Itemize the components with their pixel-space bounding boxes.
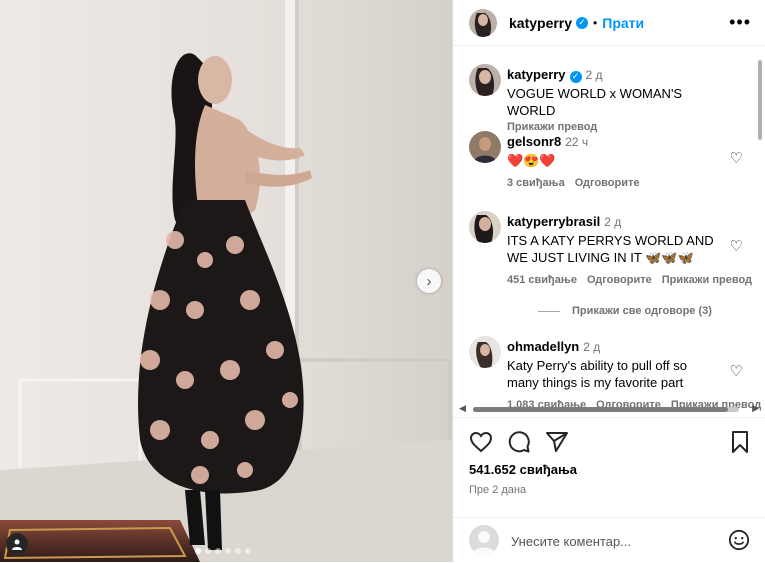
comment-likes[interactable]: 451 свиђање: [507, 274, 577, 286]
translate-link[interactable]: Прикажи превод: [662, 274, 752, 286]
chevron-right-icon: ›: [426, 272, 432, 290]
scrollbar-thumb[interactable]: [473, 407, 728, 412]
comment-time[interactable]: 22 ч: [565, 135, 588, 149]
carousel-next-button[interactable]: ›: [417, 269, 441, 293]
post-image[interactable]: ›: [0, 0, 452, 562]
heart-icon[interactable]: ♡: [730, 149, 743, 167]
caption-username[interactable]: katyperry: [507, 67, 566, 82]
carousel-indicator: [195, 548, 251, 554]
avatar[interactable]: [469, 131, 501, 163]
user-tag-button[interactable]: [6, 533, 28, 555]
follow-button[interactable]: Прати: [602, 15, 644, 31]
comment-username[interactable]: ohmadellyn: [507, 339, 579, 354]
carousel-dot: [205, 548, 211, 554]
comment-text: ITS A KATY PERRYS WORLD AND WE JUST LIVI…: [507, 233, 714, 265]
post-actions: 541.652 свиђања Пре 2 дана: [453, 417, 765, 518]
heart-icon[interactable]: ♡: [730, 362, 743, 380]
photo-katyperry: [0, 0, 452, 562]
heart-icon[interactable]: [469, 430, 493, 454]
caption-time[interactable]: 2 д: [586, 68, 603, 82]
heart-icon[interactable]: ♡: [730, 237, 743, 255]
carousel-dot: [245, 548, 251, 554]
comment-text: ❤️😍❤️: [507, 153, 556, 168]
avatar[interactable]: [469, 64, 501, 96]
scrollbar-thumb[interactable]: [758, 60, 762, 140]
comments-list[interactable]: katyperry ✓ 2 д VOGUE WORLD x WOMAN'S WORL…: [453, 46, 765, 416]
avatar[interactable]: [469, 8, 497, 37]
user-tag-icon: [12, 539, 22, 550]
post-author-username[interactable]: katyperry: [509, 15, 572, 31]
comment-time[interactable]: 2 д: [604, 215, 621, 229]
verified-icon: ✓: [569, 70, 582, 83]
more-options-button[interactable]: •••: [729, 12, 751, 33]
comment-username[interactable]: katyperrybrasil: [507, 214, 600, 229]
caption-text: VOGUE WORLD x WOMAN'S WORLD: [507, 86, 683, 118]
likes-count[interactable]: 541.652 свиђања: [469, 462, 577, 477]
scroll-right-arrow[interactable]: ▶: [752, 403, 759, 414]
share-icon[interactable]: [545, 430, 569, 454]
comment-likes[interactable]: 3 свиђања: [507, 177, 565, 189]
carousel-dot: [235, 548, 241, 554]
scroll-left-arrow[interactable]: ◀: [459, 403, 466, 414]
comment-icon[interactable]: [507, 430, 531, 454]
carousel-dot: [215, 548, 221, 554]
view-replies-link[interactable]: Прикажи све одговоре (3): [538, 305, 712, 317]
horizontal-scrollbar[interactable]: ◀ ▶: [459, 403, 759, 416]
emoji-icon[interactable]: [728, 529, 750, 551]
post-panel: katyperry ✓ • Прати ••• katyperry ✓ 2 д VO…: [452, 0, 765, 562]
avatar[interactable]: [469, 336, 501, 368]
reply-button[interactable]: Одговорите: [575, 177, 640, 189]
avatar[interactable]: [469, 211, 501, 243]
bookmark-icon[interactable]: [728, 430, 752, 454]
avatar: [469, 525, 499, 555]
verified-icon: ✓: [576, 16, 589, 29]
comment-input[interactable]: [509, 530, 713, 552]
vertical-scrollbar[interactable]: [758, 60, 763, 400]
add-comment-bar: [453, 517, 765, 563]
carousel-dot: [225, 548, 231, 554]
comment-username[interactable]: gelsonr8: [507, 134, 561, 149]
comment-time[interactable]: 2 д: [583, 340, 600, 354]
post-timestamp[interactable]: Пре 2 дана: [469, 484, 526, 496]
post-header: katyperry ✓ • Прати •••: [453, 0, 765, 46]
comment-text: Katy Perry's ability to pull off so many…: [507, 358, 687, 390]
separator-dot: •: [593, 15, 598, 30]
carousel-dot: [195, 548, 201, 554]
reply-button[interactable]: Одговорите: [587, 274, 652, 286]
translate-link[interactable]: Прикажи превод: [507, 121, 597, 133]
